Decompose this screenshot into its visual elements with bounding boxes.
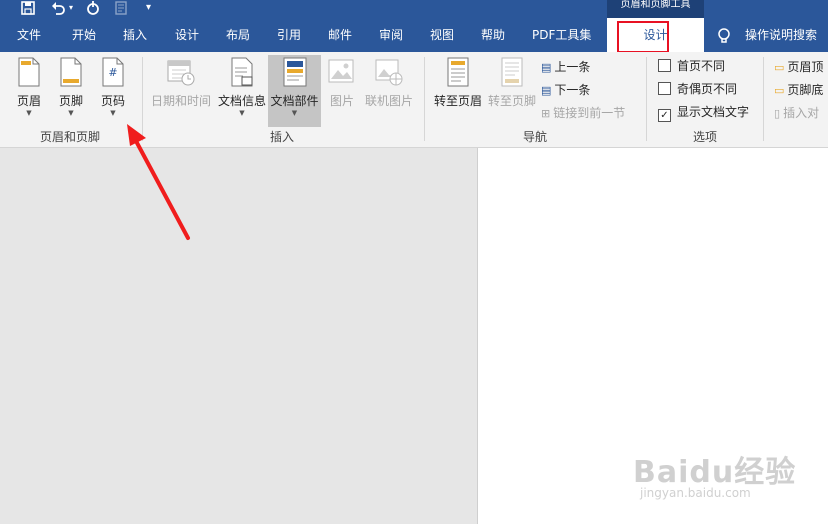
watermark-logo: Baidu经验 (633, 455, 797, 490)
watermark-url: jingyan.baidu.com (640, 486, 751, 500)
annotation-arrow (127, 124, 190, 240)
